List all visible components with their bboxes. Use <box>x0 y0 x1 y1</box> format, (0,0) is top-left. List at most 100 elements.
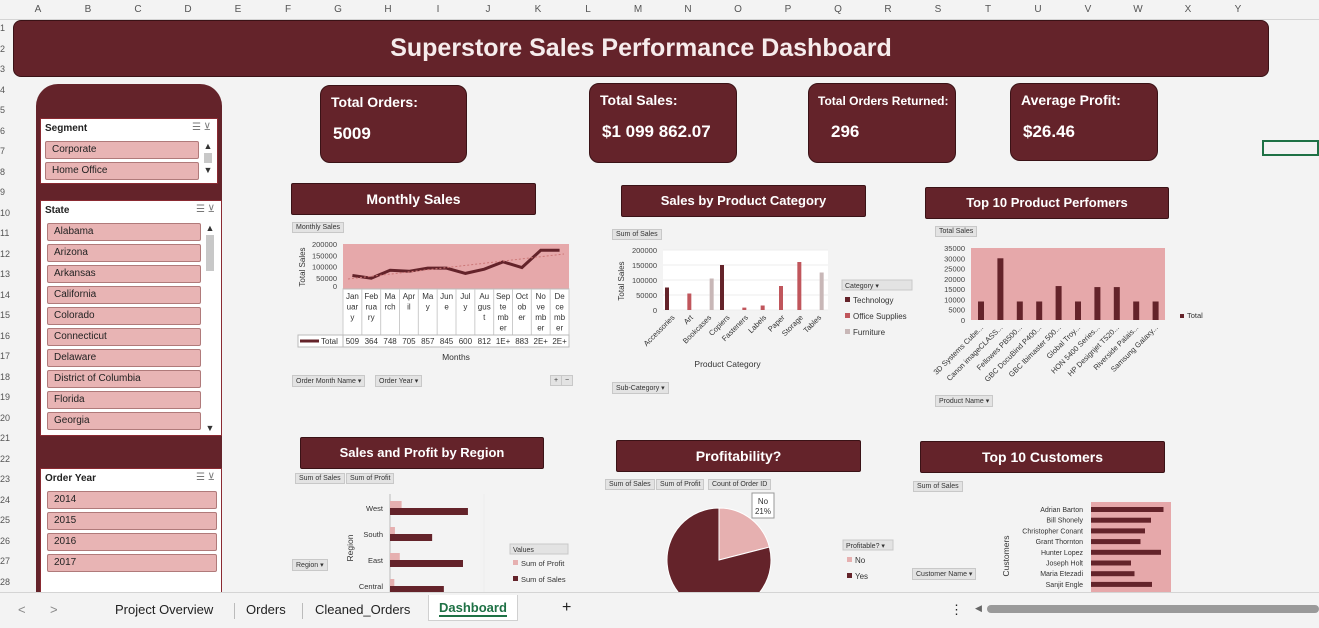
bar <box>1091 571 1135 577</box>
data-table-value: 857 <box>421 337 435 346</box>
more-options-icon[interactable]: ⋮ <box>950 602 963 618</box>
tab-orders[interactable]: Orders <box>246 602 286 617</box>
charts-layer: 200000150000100000500000Total SalesJanua… <box>297 240 1203 592</box>
legend-swatch <box>845 313 850 318</box>
tab-cleaned-orders[interactable]: Cleaned_Orders <box>315 602 410 617</box>
x-tick-label: Tables <box>802 313 824 335</box>
data-table-value: 509 <box>346 337 360 346</box>
legend-title: Values <box>513 547 534 554</box>
bar <box>797 262 802 310</box>
y-axis-label: Customers <box>1001 535 1011 576</box>
x-tick-label: Ma <box>385 292 397 301</box>
x-tick-label: Art <box>682 312 696 326</box>
x-tick-label: Sep <box>496 292 511 301</box>
legend-title: Category ▾ <box>845 283 879 290</box>
bar <box>1091 507 1164 512</box>
y-tick-label: 10000 <box>944 295 965 304</box>
bar <box>687 293 692 310</box>
bar <box>779 286 783 310</box>
legend-title: Profitable? ▾ <box>846 543 885 550</box>
plot-area <box>1091 502 1171 592</box>
data-label: No <box>758 497 769 506</box>
legend-swatch <box>847 557 852 562</box>
bar <box>819 272 824 310</box>
x-tick-label: mb <box>554 313 566 322</box>
data-table-value: 600 <box>459 337 473 346</box>
data-table-value: 705 <box>402 337 416 346</box>
data-table-value: 883 <box>515 337 529 346</box>
data-table-value: 748 <box>383 337 397 346</box>
x-tick-label: il <box>407 303 411 312</box>
y-tick-label: 150000 <box>632 261 657 270</box>
data-label: 21% <box>755 507 771 516</box>
y-tick-label: 150000 <box>312 251 337 260</box>
data-table-value: 2E+ <box>552 337 567 346</box>
x-tick-label: ob <box>517 303 526 312</box>
tab-dashboard-active[interactable]: Dashboard <box>428 595 518 621</box>
scroll-thumb[interactable] <box>987 605 1319 613</box>
bar <box>1036 301 1043 320</box>
y-axis-label: Total Sales <box>617 261 626 300</box>
y-tick-label: Maria Etezadi <box>1040 571 1083 578</box>
x-tick-label: er <box>537 324 544 333</box>
next-sheet-icon[interactable]: > <box>50 602 58 617</box>
x-tick-label: Oct <box>516 292 529 301</box>
x-tick-label: Labels <box>746 313 768 335</box>
x-tick-label: mb <box>498 313 510 322</box>
x-tick-label: te <box>500 303 507 312</box>
x-tick-label: er <box>500 324 507 333</box>
x-tick-label: Ma <box>422 292 434 301</box>
legend-label: Total <box>321 337 338 346</box>
y-tick-label: 0 <box>961 316 965 325</box>
x-tick-label: No <box>536 292 547 301</box>
legend-swatch <box>1180 314 1184 318</box>
bar <box>390 508 468 515</box>
x-tick-label: er <box>556 324 563 333</box>
prev-sheet-icon[interactable]: < <box>18 602 26 617</box>
data-table-value: 812 <box>478 337 492 346</box>
bar <box>1091 528 1145 534</box>
legend-label: No <box>855 556 866 565</box>
bar <box>1091 581 1152 587</box>
legend-label: Technology <box>853 296 893 305</box>
bar <box>1091 539 1141 545</box>
legend-swatch <box>845 297 850 302</box>
x-tick-label: uar <box>347 303 359 312</box>
legend-label: Office Supplies <box>853 312 907 321</box>
y-tick-label: 20000 <box>944 275 965 284</box>
bar <box>709 278 714 310</box>
y-tick-label: 0 <box>653 306 657 315</box>
horizontal-scrollbar[interactable]: ◀ <box>975 601 1319 617</box>
y-tick-label: 200000 <box>312 240 337 249</box>
y-tick-label: 100000 <box>632 276 657 285</box>
legend-swatch <box>513 560 518 565</box>
x-tick-label: ce <box>555 303 564 312</box>
x-tick-label: e <box>444 303 449 312</box>
tab-dashboard-label: Dashboard <box>439 600 507 615</box>
bar <box>1091 560 1131 566</box>
legend-swatch <box>845 329 850 334</box>
y-tick-label: 200000 <box>632 246 657 255</box>
y-tick-label: Central <box>359 582 384 591</box>
y-tick-label: South <box>363 530 383 539</box>
tab-project-overview[interactable]: Project Overview <box>115 602 213 617</box>
bar <box>390 560 463 567</box>
add-sheet-icon[interactable]: + <box>562 599 571 617</box>
bar <box>390 501 402 508</box>
bar <box>390 534 433 541</box>
legend-swatch <box>847 573 852 578</box>
legend-label: Total <box>1187 311 1203 320</box>
bar <box>997 258 1004 320</box>
x-tick-label: ve <box>537 303 546 312</box>
y-tick-label: Grant Thornton <box>1036 539 1083 546</box>
x-tick-label: Au <box>479 292 489 301</box>
x-tick-label: y <box>350 313 354 322</box>
scroll-left-icon[interactable]: ◀ <box>975 603 982 614</box>
x-tick-label: y <box>426 303 430 312</box>
x-tick-label: Accessories <box>642 313 677 348</box>
y-tick-label: Sanjit Engle <box>1046 582 1083 589</box>
y-axis-label: Total Sales <box>298 247 307 286</box>
x-tick-label: y <box>463 303 467 312</box>
legend-label: Furniture <box>853 328 886 337</box>
legend-swatch <box>513 576 518 581</box>
